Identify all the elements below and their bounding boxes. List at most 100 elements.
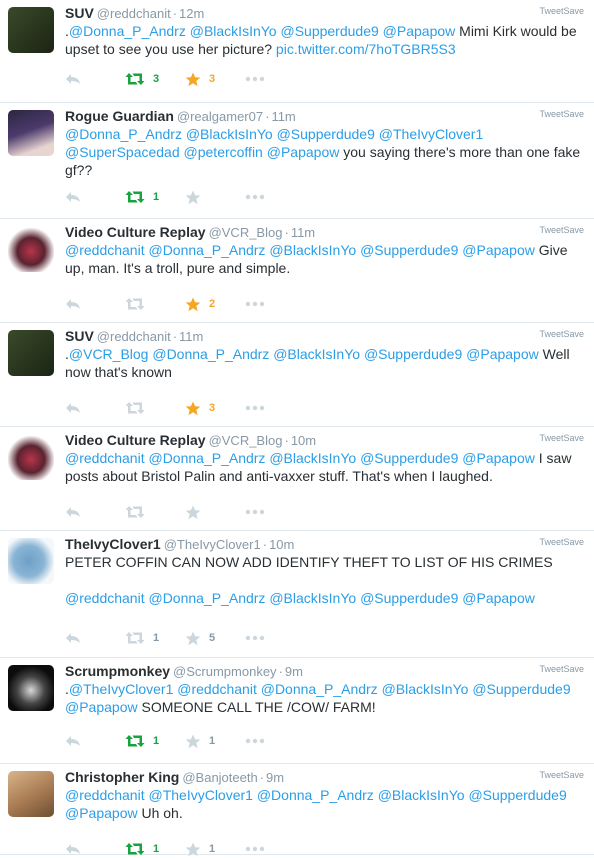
avatar[interactable] [8,538,54,584]
tweet-timestamp[interactable]: 10m [269,537,294,552]
mention-link[interactable]: @Donna_P_Andrz [148,450,265,466]
reply-button[interactable] [65,399,125,417]
mention-link[interactable]: @Papapow [65,699,138,715]
mention-link[interactable]: @Papapow [267,144,340,160]
mention-link[interactable]: @BlackIsInYo [378,787,465,803]
mention-link[interactable]: @TheIvyClover1 [69,681,173,697]
more-options-button[interactable] [245,399,305,417]
mention-link[interactable]: @BlackIsInYo [382,681,469,697]
mention-link[interactable]: @Donna_P_Andrz [65,126,182,142]
user-handle[interactable]: @Banjoteeth [182,770,257,785]
favorite-button[interactable]: 3 [185,70,245,88]
retweet-button[interactable] [125,503,185,521]
avatar[interactable] [8,226,54,272]
favorite-button[interactable] [185,188,245,206]
avatar[interactable] [8,7,54,53]
user-handle[interactable]: @reddchanit [97,329,171,344]
mention-link[interactable]: @Supperdude9 [280,23,378,39]
mention-link[interactable]: @Supperdude9 [360,450,458,466]
retweet-button[interactable]: 1 [125,732,185,750]
user-handle[interactable]: @realgamer07 [177,109,263,124]
mention-link[interactable]: @Supperdude9 [360,242,458,258]
retweet-button[interactable]: 1 [125,840,185,858]
user-fullname[interactable]: TheIvyClover1 [65,536,161,552]
user-fullname[interactable]: Scrumpmonkey [65,663,170,679]
mention-link[interactable]: @SuperSpacedad [65,144,180,160]
mention-link[interactable]: @Papapow [383,23,456,39]
mention-link[interactable]: @Supperdude9 [277,126,375,142]
mention-link[interactable]: @BlackIsInYo [269,590,356,606]
tweet-timestamp[interactable]: 9m [285,664,303,679]
mention-link[interactable]: @Donna_P_Andrz [152,346,269,362]
mention-link[interactable]: @Supperdude9 [472,681,570,697]
more-options-button[interactable] [245,840,305,858]
user-fullname[interactable]: Video Culture Replay [65,432,206,448]
avatar[interactable] [8,434,54,480]
mention-link[interactable]: @reddchanit [65,242,145,258]
retweet-button[interactable] [125,295,185,313]
mention-link[interactable]: @BlackIsInYo [269,450,356,466]
reply-button[interactable] [65,732,125,750]
avatar[interactable] [8,330,54,376]
mention-link[interactable]: @Papapow [462,450,535,466]
user-handle[interactable]: @VCR_Blog [209,225,283,240]
mention-link[interactable]: @Papapow [462,242,535,258]
more-options-button[interactable] [245,188,305,206]
mention-link[interactable]: @Donna_P_Andrz [257,787,374,803]
mention-link[interactable]: @petercoffin [184,144,263,160]
mention-link[interactable]: @Donna_P_Andrz [148,242,265,258]
mention-link[interactable]: @Donna_P_Andrz [69,23,186,39]
mention-link[interactable]: @Papapow [466,346,539,362]
mention-link[interactable]: @Donna_P_Andrz [148,590,265,606]
more-options-button[interactable] [245,503,305,521]
mention-link[interactable]: @Donna_P_Andrz [261,681,378,697]
reply-button[interactable] [65,629,125,647]
more-options-button[interactable] [245,629,305,647]
user-fullname[interactable]: Rogue Guardian [65,108,174,124]
tweet-timestamp[interactable]: 11m [179,329,203,344]
favorite-button[interactable]: 5 [185,629,245,647]
avatar[interactable] [8,665,54,711]
user-fullname[interactable]: SUV [65,328,94,344]
more-options-button[interactable] [245,70,305,88]
mention-link[interactable]: @BlackIsInYo [186,126,273,142]
user-handle[interactable]: @VCR_Blog [209,433,283,448]
reply-button[interactable] [65,840,125,858]
retweet-button[interactable]: 1 [125,629,185,647]
mention-link[interactable]: @reddchanit [65,787,145,803]
tweet-timestamp[interactable]: 9m [266,770,284,785]
avatar[interactable] [8,110,54,156]
mention-link[interactable]: @Supperdude9 [468,787,566,803]
reply-button[interactable] [65,503,125,521]
mention-link[interactable]: @reddchanit [65,450,145,466]
user-handle[interactable]: @reddchanit [97,6,171,21]
user-fullname[interactable]: Christopher King [65,769,179,785]
mention-link[interactable]: @Supperdude9 [360,590,458,606]
favorite-button[interactable] [185,503,245,521]
more-options-button[interactable] [245,732,305,750]
reply-button[interactable] [65,295,125,313]
mention-link[interactable]: pic.twitter.com/7hoTGBR5S3 [276,41,456,57]
user-handle[interactable]: @Scrumpmonkey [173,664,277,679]
avatar[interactable] [8,771,54,817]
user-fullname[interactable]: Video Culture Replay [65,224,206,240]
tweet-timestamp[interactable]: 11m [271,109,295,124]
mention-link[interactable]: @VCR_Blog [69,346,149,362]
retweet-button[interactable]: 1 [125,188,185,206]
user-fullname[interactable]: SUV [65,5,94,21]
mention-link[interactable]: @Papapow [65,805,138,821]
mention-link[interactable]: @BlackIsInYo [269,242,356,258]
retweet-button[interactable]: 3 [125,70,185,88]
tweet-timestamp[interactable]: 12m [179,6,204,21]
reply-button[interactable] [65,70,125,88]
mention-link[interactable]: @reddchanit [177,681,257,697]
reply-button[interactable] [65,188,125,206]
tweet-timestamp[interactable]: 11m [291,225,315,240]
favorite-button[interactable]: 3 [185,399,245,417]
mention-link[interactable]: @BlackIsInYo [273,346,360,362]
mention-link[interactable]: @Supperdude9 [364,346,462,362]
user-handle[interactable]: @TheIvyClover1 [164,537,261,552]
retweet-button[interactable] [125,399,185,417]
more-options-button[interactable] [245,295,305,313]
mention-link[interactable]: @TheIvyClover1 [379,126,483,142]
